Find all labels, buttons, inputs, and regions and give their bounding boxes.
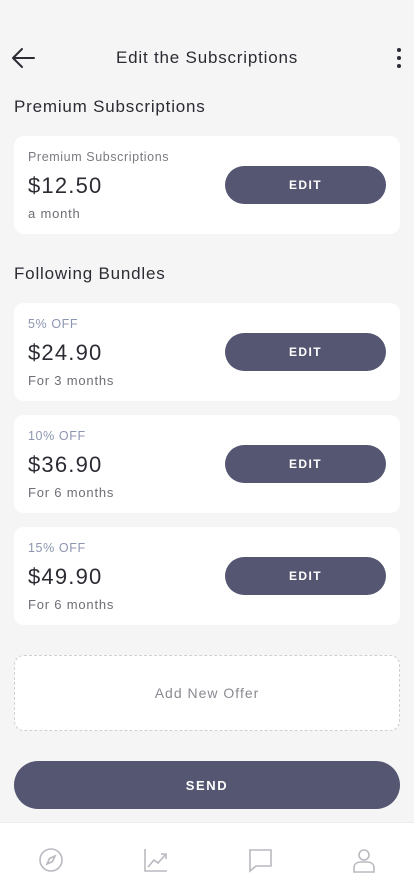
card-period: For 6 months (28, 597, 115, 612)
bundles-section-title: Following Bundles (14, 264, 166, 283)
card-price: $36.90 (28, 452, 103, 477)
nav-item-explore[interactable] (36, 845, 66, 875)
card-caption: Premium Subscriptions (28, 150, 170, 164)
card-period: For 6 months (28, 485, 115, 500)
discount-label: 10% OFF (28, 429, 86, 443)
bottom-navigation (0, 822, 414, 896)
chat-icon (249, 849, 272, 873)
card-price: $24.90 (28, 340, 103, 365)
card-price: $49.90 (28, 564, 103, 589)
card-period: For 3 months (28, 373, 115, 388)
page-title: Edit the Subscriptions (115, 48, 299, 67)
user-icon (353, 849, 375, 873)
compass-icon (39, 848, 63, 872)
more-vertical-icon (397, 48, 401, 68)
bundle-card: 10% OFF $36.90 For 6 months EDIT (14, 415, 400, 513)
more-options-button[interactable] (392, 45, 406, 71)
chart-icon (144, 849, 167, 872)
discount-label: 15% OFF (28, 541, 86, 555)
edit-bundle-button[interactable]: EDIT (225, 333, 386, 371)
premium-section-title: Premium Subscriptions (14, 97, 206, 116)
card-period: a month (28, 206, 81, 221)
send-button[interactable]: SEND (14, 761, 400, 809)
add-new-offer-button[interactable]: Add New Offer (14, 655, 400, 731)
edit-bundle-button[interactable]: EDIT (225, 445, 386, 483)
premium-subscription-card: Premium Subscriptions $12.50 a month EDI… (14, 136, 400, 234)
bundle-card: 15% OFF $49.90 For 6 months EDIT (14, 527, 400, 625)
edit-bundle-button[interactable]: EDIT (225, 557, 386, 595)
nav-item-profile[interactable] (349, 845, 379, 875)
bundle-card: 5% OFF $24.90 For 3 months EDIT (14, 303, 400, 401)
discount-label: 5% OFF (28, 317, 79, 331)
nav-item-stats[interactable] (141, 845, 171, 875)
app-header: Edit the Subscriptions (0, 0, 414, 100)
card-price: $12.50 (28, 173, 103, 198)
nav-item-messages[interactable] (245, 845, 275, 875)
edit-premium-button[interactable]: EDIT (225, 166, 386, 204)
